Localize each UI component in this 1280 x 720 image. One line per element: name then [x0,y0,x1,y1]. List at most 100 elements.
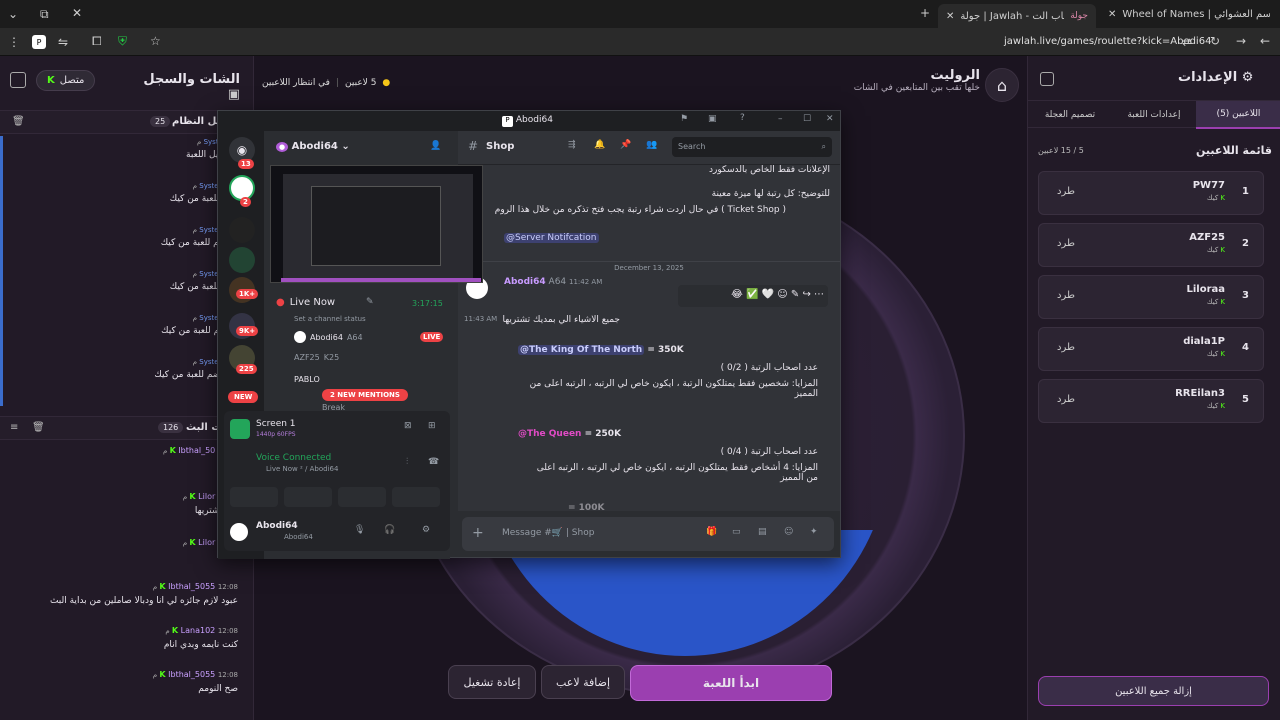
maximize-icon[interactable]: ☐ [803,114,811,124]
search-input[interactable]: Search ⌕ [672,137,832,157]
shop-item-count: عدد اصحاب الرتبة ( 0/4 ) [720,447,818,457]
minimize-icon[interactable]: – [778,114,783,124]
tab-close-icon[interactable]: ✕ [946,11,954,22]
voice-connected-label[interactable]: Voice Connected [256,453,331,463]
system-log-item: Syste 12:06 مA انضم للعبة من كيك [160,226,241,248]
help-icon[interactable]: ? [740,113,745,123]
mic-icon[interactable]: 🎙 [354,525,365,535]
voice-member-2[interactable]: AZF25 K25 [294,353,339,362]
tab-game-settings[interactable]: إعدادات اللعبة [1112,101,1196,129]
tab-jawlah[interactable]: ✕ جولة | Jawlah - منصة الألعاب الت جولة [938,4,1096,28]
voice-channel-live[interactable]: ● Live Now [276,297,335,308]
system-log-item: Syste 12:08 مRR انضم للعبة من كيك [154,358,241,380]
reload-icon[interactable]: ↻ [1210,34,1220,48]
player-number: 4 [1242,342,1249,353]
role-mention[interactable]: @Server Notifcation [504,233,599,243]
invite-icon[interactable]: 👤 [430,141,441,151]
restore-icon[interactable]: ⧉ [40,7,49,22]
system-count-badge: 25 [150,116,171,127]
back-icon[interactable]: ← [1260,34,1270,48]
members-icon[interactable]: 👥 [646,140,657,150]
disconnect-icon[interactable]: ☎ [428,457,439,467]
kick-player-button[interactable]: طرد [1057,186,1075,197]
voice-member-3[interactable]: PABLO [294,375,320,384]
stream-preview[interactable] [270,165,483,283]
attach-plus-icon[interactable]: + [472,525,484,541]
new-tab-icon[interactable]: + [920,6,930,20]
server-badge: 2 [240,197,251,207]
stop-stream-icon[interactable]: ⊠ [404,421,412,431]
sticker-icon[interactable]: ▤ [758,527,767,537]
kick-icon: K [169,446,176,455]
headphones-icon[interactable]: 🎧 [384,525,395,535]
extension-icon[interactable]: P [32,35,46,49]
threads-icon[interactable]: ⇶ [568,140,576,150]
settings-icon[interactable]: ⚙ [422,525,430,535]
tab-close-icon[interactable]: ✕ [1108,9,1116,20]
camera-button[interactable] [230,487,278,507]
extension2-icon[interactable]: ⇋ [58,35,68,49]
player-row: 5 RREilan3 كيك K طرد [1038,379,1264,423]
menu-dots-icon[interactable]: ⋮ [8,35,20,49]
collapse-panel-icon[interactable] [10,72,26,88]
edit-icon[interactable]: ✎ [366,297,374,307]
inbox-flag-icon[interactable]: ⚑ [680,114,688,124]
kick-player-button[interactable]: طرد [1057,238,1075,249]
start-game-button[interactable]: ابدأ اللعبة [630,665,832,701]
tab-players[interactable]: اللاعبين (5) [1196,101,1280,129]
message-composer[interactable]: + Message #🛒 | Shop 🎁 ▭ ▤ ☺ ✦ [462,517,834,551]
activities-button[interactable] [338,487,386,507]
server-icon-3[interactable] [229,247,255,273]
close-window-icon[interactable]: ✕ [72,6,82,20]
pin-icon[interactable]: 📌 [620,140,631,150]
restart-button[interactable]: إعادة تشغيل [448,665,536,699]
kick-player-button[interactable]: طرد [1057,342,1075,353]
tab-list-icon[interactable]: ⌄ [8,7,18,21]
apps-icon[interactable]: ✦ [810,527,818,537]
chat-message: K Ibthal_5055 12:08 م عبود لازم جائزه لي … [49,582,238,606]
list-icon[interactable]: ≡ [10,422,18,433]
system-log-item: Syste 12:07 مd انضم للعبة من كيك [161,314,241,336]
gift-icon[interactable]: 🎁 [706,527,717,537]
tab-wheel-of-names[interactable]: ✕ Wheel of Names | اسم العشوائي [1100,4,1270,24]
kick-player-button[interactable]: طرد [1057,290,1075,301]
url-field[interactable]: jawlah.live/games/roulette?kick=Abodi64 [1004,36,1211,47]
shop-item-perk: المزايا: 4 أشخاص فقط يمتلكون الرتبه ، اي… [536,463,818,483]
close-icon[interactable]: ✕ [826,114,834,124]
bell-icon[interactable]: 🔔 [594,140,605,150]
system-log-header: 🗑 25 سجل النظام [0,110,254,134]
user-avatar[interactable] [230,523,248,541]
shield-icon[interactable]: ⛨ [118,34,127,49]
server-icon-customs[interactable] [229,217,255,243]
forward-icon[interactable]: → [1236,34,1246,48]
site-settings-icon[interactable]: ⇌ [1182,35,1192,49]
new-mentions-pill[interactable]: 2 NEW MENTIONS [322,389,408,401]
players-status: ● 5 لاعبين | في انتظار اللاعبين [262,78,391,88]
channel-status-hint[interactable]: Set a channel status [294,315,366,323]
collapse-panel-icon[interactable] [1040,72,1054,86]
add-player-button[interactable]: إضافة لاعب [541,665,625,699]
new-badge[interactable]: NEW [228,391,259,403]
gif-icon[interactable]: ▭ [732,527,741,537]
screen-icon[interactable]: ▣ [708,114,717,124]
share-screen-button[interactable] [284,487,332,507]
message-actions[interactable]: 😂 ✅ 🤍 ☺ ✎ ↪ ⋯ [678,285,828,307]
server-name-header[interactable]: ● Abodi64 ⌄ [276,141,350,152]
emoji-icon[interactable]: ☺ [784,527,793,537]
trash-icon[interactable]: 🗑 [32,422,45,433]
soundboard-button[interactable] [392,487,440,507]
voice-member-1[interactable]: Abodi64 A64 [294,331,363,343]
kick-player-button[interactable]: طرد [1057,394,1075,405]
message-timestamp: 11:43 AM [464,315,498,323]
tab-wheel-design[interactable]: تصميم العجلة [1028,101,1112,129]
trash-icon[interactable]: 🗑 [12,116,25,127]
remove-all-players-button[interactable]: إزالة جميع اللاعبين [1038,676,1269,706]
bookmark-star-icon[interactable]: ☆ [150,34,161,48]
shop-item-3: = 100K [568,503,605,511]
puzzle-icon[interactable]: ⧠ [92,34,102,49]
address-bar: ⋮ P ⇋ ⧠ ⛨ ☆ jawlah.live/games/roulette?k… [0,28,1280,56]
players-list-title: قائمة اللاعبين [1196,144,1272,157]
noise-icon[interactable]: ⫶ [406,457,408,467]
home-icon[interactable]: ⌂ [985,68,1019,102]
stream-settings-icon[interactable]: ⊞ [428,421,436,431]
